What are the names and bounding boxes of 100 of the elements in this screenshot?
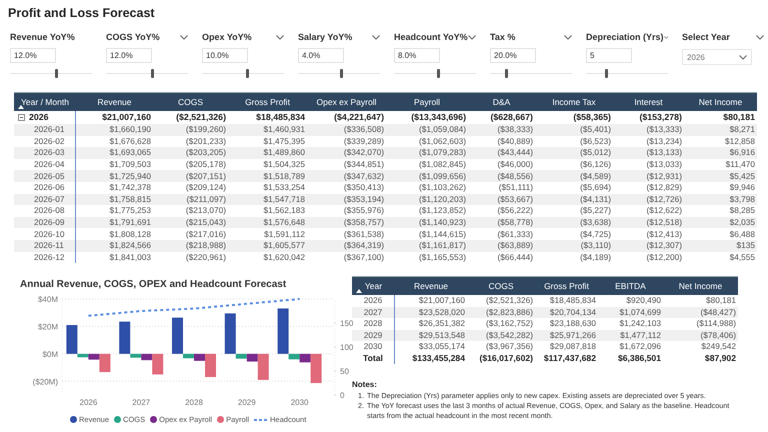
- table-cell-text: ($2,521,326): [484, 295, 534, 306]
- value-field[interactable]: 5: [586, 48, 632, 63]
- axis-label: 2029: [238, 398, 256, 408]
- value-field[interactable]: 20.0%: [490, 48, 536, 63]
- value-field[interactable]: 12.0%: [10, 48, 56, 63]
- table-cell-text: $18,485,834: [255, 112, 306, 123]
- table-cell-text: ($199,260): [184, 124, 227, 136]
- table-cell-text: $25,971,266: [548, 330, 597, 341]
- value-field[interactable]: 4.0%: [298, 48, 344, 63]
- column-header[interactable]: COGS: [467, 277, 535, 296]
- table-cell-text: ($16,017,602): [478, 352, 534, 364]
- table-cell-text: ($3,110): [580, 240, 612, 252]
- column-header[interactable]: Interest: [613, 93, 684, 111]
- table-cell-text: $1,477,112: [619, 330, 662, 341]
- table-cell-text: ($5,401): [579, 124, 612, 136]
- column-header[interactable]: Payroll: [386, 93, 468, 111]
- column-header[interactable]: Gross Profit: [228, 93, 307, 111]
- chevron-icon[interactable]: [756, 34, 764, 40]
- table-cell-text: ($211,097): [185, 194, 227, 205]
- table-cell-text: $1,775,253: [108, 205, 152, 216]
- table-cell-text: ($3,542,282): [484, 330, 534, 341]
- table-cell-text: ($58,778): [496, 217, 534, 228]
- column-header[interactable]: EBITDA: [598, 277, 663, 296]
- table-cell-text: ($215,043): [184, 217, 227, 228]
- table-cell-text: $1,605,577: [262, 240, 306, 252]
- table-cell-text: $29,513,548: [418, 330, 466, 341]
- slider-thumb[interactable]: [604, 69, 608, 78]
- column-header[interactable]: Year / Month: [14, 93, 76, 111]
- table-cell-text: ($53,667): [496, 194, 534, 205]
- table-cell-text: $26,351,382: [418, 318, 466, 330]
- axis-label: 2027: [132, 398, 150, 408]
- value-field[interactable]: 8.0%: [394, 48, 440, 63]
- table-cell-text: ($78,406): [699, 330, 737, 341]
- slicer-label: COGS YoY%: [106, 32, 160, 42]
- column-header[interactable]: COGS: [153, 93, 228, 111]
- table-cell-text: ($628,667): [489, 112, 534, 123]
- table-cell-text: ($12,307): [645, 240, 683, 252]
- chevron-icon[interactable]: [372, 34, 380, 40]
- row-label: 2026-02: [34, 136, 64, 147]
- row-label: 2026-07: [34, 194, 64, 205]
- chevron-icon[interactable]: [276, 34, 284, 40]
- row-label: 2026-08: [34, 205, 64, 216]
- chevron-icon[interactable]: [664, 34, 668, 40]
- value-field[interactable]: 12.0%: [106, 48, 152, 63]
- table-cell-text: $1,742,378: [108, 182, 152, 194]
- table-cell-text: ($342,070): [342, 147, 385, 158]
- column-header[interactable]: Opex ex Payroll: [307, 93, 386, 111]
- table-cell-text: $29,087,818: [548, 341, 597, 352]
- row-label: 2029: [352, 330, 395, 342]
- slider-thumb[interactable]: [246, 69, 250, 78]
- column-header[interactable]: Year: [352, 277, 395, 296]
- table-cell-text: ($350,413): [342, 182, 385, 194]
- table-cell-text: ($153,278): [638, 112, 683, 123]
- chevron-icon[interactable]: [180, 34, 188, 40]
- slider-thumb[interactable]: [505, 69, 508, 78]
- slider-thumb[interactable]: [150, 69, 154, 78]
- table-cell-text: ($1,082,845): [418, 159, 467, 170]
- row-label: 2026-01: [34, 124, 64, 136]
- column-header[interactable]: Revenue: [76, 93, 153, 111]
- chevron-icon[interactable]: [468, 34, 476, 40]
- table-cell-text: ($213,070): [184, 205, 227, 216]
- collapse-icon[interactable]: [18, 114, 25, 121]
- table-cell-text: ($353,194): [342, 194, 385, 205]
- table-cell-text: $1,547,718: [262, 194, 306, 205]
- sort-icon: [18, 105, 24, 109]
- column-header[interactable]: Gross Profit: [535, 277, 598, 296]
- column-header[interactable]: Net Income: [663, 277, 738, 296]
- column-header[interactable]: Net Income: [684, 93, 757, 111]
- year-dropdown[interactable]: 2026: [682, 49, 752, 65]
- row-label: 2030: [352, 341, 395, 353]
- table-cell-text: ($209,124): [184, 182, 227, 194]
- row-label: 2026-05: [34, 170, 64, 182]
- table-cell-text: ($66,444): [496, 252, 534, 263]
- dashed-line-icon: [254, 418, 268, 421]
- slider-thumb[interactable]: [437, 69, 440, 78]
- table-cell-text: ($13,333): [645, 124, 683, 136]
- chevron-icon[interactable]: [564, 34, 572, 40]
- column-header[interactable]: D&A: [468, 93, 535, 111]
- table-cell-text: ($56,222): [496, 205, 534, 216]
- table-cell-text: ($361,538): [342, 228, 385, 240]
- slicer-label: Salary YoY%: [298, 32, 352, 42]
- table-cell-text: $1,660,190: [108, 124, 152, 136]
- table-cell-text: ($46,000): [496, 159, 534, 170]
- column-header[interactable]: Revenue: [395, 277, 467, 296]
- slider-thumb[interactable]: [54, 69, 58, 78]
- table-cell-text: $5,425: [728, 170, 756, 182]
- table-cell-text: ($4,589): [579, 170, 612, 182]
- table-cell-text: ($207,151): [184, 170, 227, 182]
- table-cell-text: $20,704,134: [548, 306, 597, 318]
- column-header[interactable]: Income Tax: [535, 93, 613, 111]
- row-label: 2026-09: [34, 217, 64, 228]
- table-cell-text: ($364,319): [342, 240, 385, 252]
- table-cell-text: ($3,638): [579, 217, 612, 228]
- table-cell-text: ($12,726): [645, 194, 683, 205]
- table-cell-text: ($355,976): [342, 205, 385, 216]
- table-cell-text: $1,074,699: [618, 306, 662, 318]
- table-cell-text: $1,460,931: [262, 124, 306, 136]
- table-cell-text: ($201,233): [184, 136, 227, 147]
- value-field[interactable]: 10.0%: [202, 48, 248, 63]
- slider-thumb[interactable]: [340, 69, 343, 78]
